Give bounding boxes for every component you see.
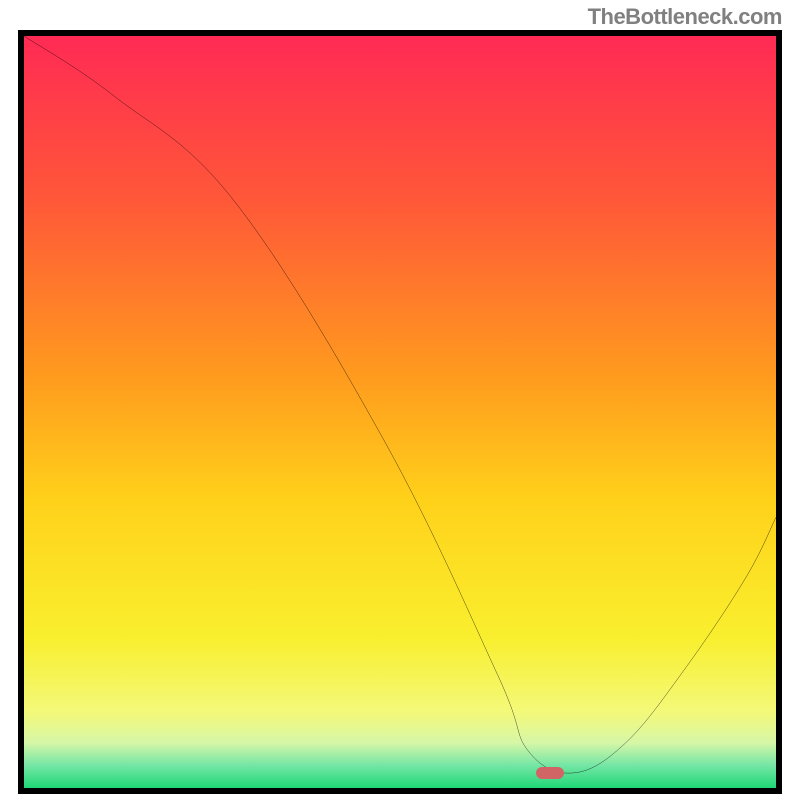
chart-plot-area	[24, 36, 776, 788]
chart-frame	[18, 30, 782, 794]
chart-background	[24, 36, 776, 788]
optimal-point-marker	[536, 767, 564, 779]
chart-svg	[24, 36, 776, 788]
watermark-text: TheBottleneck.com	[588, 4, 782, 30]
